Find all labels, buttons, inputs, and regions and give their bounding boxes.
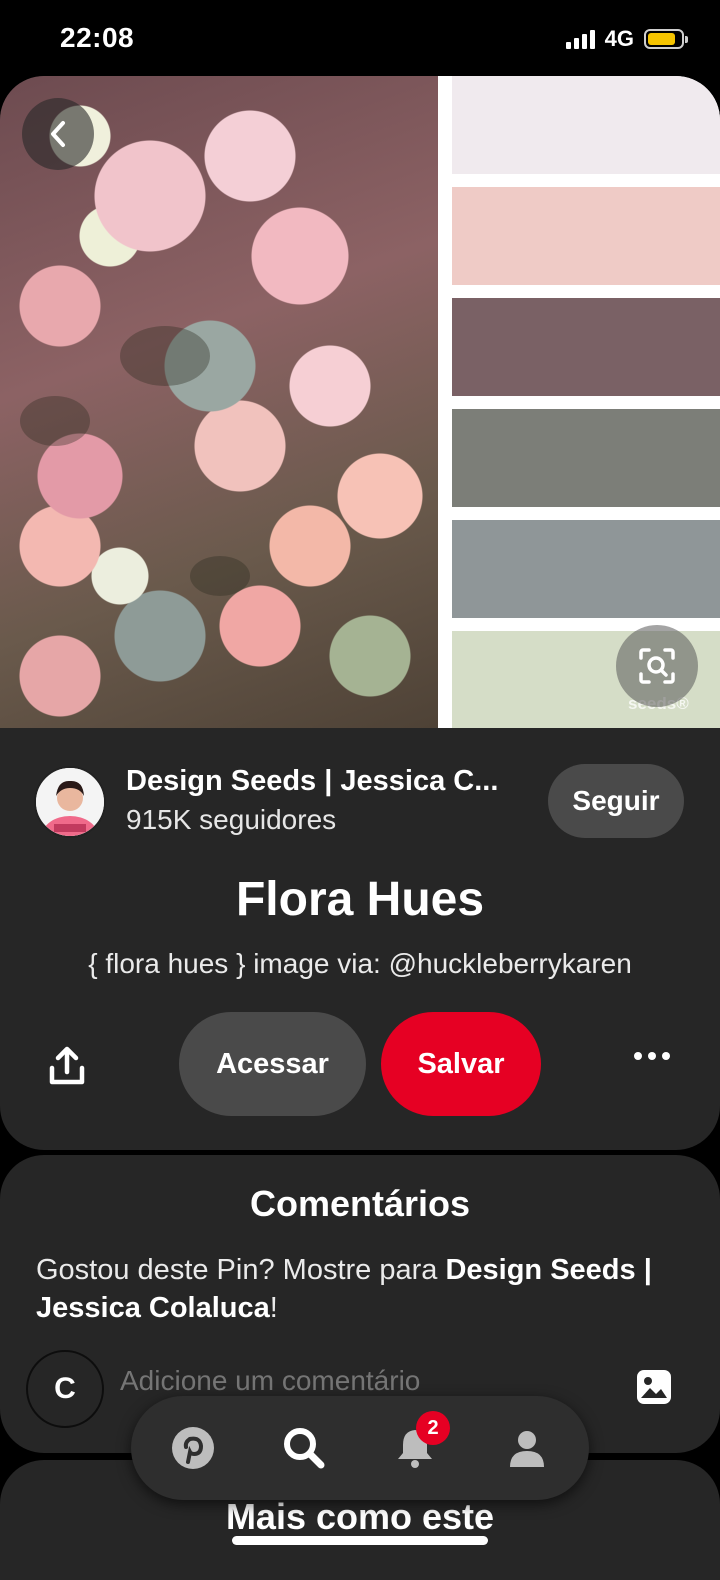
follow-button[interactable]: Seguir xyxy=(548,764,684,838)
pinterest-home-icon[interactable] xyxy=(163,1418,223,1478)
pin-card: seeds® Design Seeds | Jessica C... 915K … xyxy=(0,76,720,1150)
notification-badge: 2 xyxy=(416,1411,450,1445)
palette-swatch xyxy=(452,187,720,285)
pin-image[interactable]: seeds® xyxy=(0,76,720,728)
profile-icon[interactable] xyxy=(497,1418,557,1478)
lens-search-icon xyxy=(639,648,675,684)
pin-title: Flora Hues xyxy=(235,873,485,926)
save-button[interactable]: Salvar xyxy=(381,1012,541,1116)
share-button[interactable] xyxy=(44,1044,90,1090)
share-icon xyxy=(49,1046,85,1085)
chevron-left-icon xyxy=(51,121,65,147)
flower-photo xyxy=(0,76,438,728)
palette-swatch xyxy=(452,298,720,396)
home-indicator[interactable] xyxy=(232,1536,488,1545)
status-bar: 22:08 4G xyxy=(0,0,720,76)
pin-description: { flora hues } image via: @huckleberryka… xyxy=(88,948,632,979)
back-button[interactable] xyxy=(22,98,94,170)
search-icon[interactable] xyxy=(274,1418,334,1478)
palette-swatch xyxy=(452,409,720,507)
user-avatar[interactable]: C xyxy=(26,1350,104,1428)
comment-input[interactable] xyxy=(120,1365,600,1397)
visit-button[interactable]: Acessar xyxy=(179,1012,366,1116)
battery-icon xyxy=(644,29,688,49)
more-like-this-title: Mais como este xyxy=(225,1496,495,1537)
author-avatar[interactable] xyxy=(34,766,106,838)
palette-swatch xyxy=(452,76,720,174)
signal-icon xyxy=(565,29,595,49)
network-type: 4G xyxy=(604,26,634,51)
image-icon xyxy=(637,1370,671,1404)
palette-swatch xyxy=(452,520,720,618)
author-name[interactable]: Design Seeds | Jessica C... xyxy=(126,765,498,798)
bottom-nav xyxy=(131,1396,589,1500)
status-time: 22:08 xyxy=(60,22,135,53)
comments-title: Comentários xyxy=(249,1183,471,1224)
follower-count: 915K seguidores xyxy=(126,804,337,835)
visual-search-button[interactable] xyxy=(616,625,698,707)
more-options-icon[interactable] xyxy=(634,1052,670,1060)
comments-prompt: Gostou deste Pin? Mostre para Design See… xyxy=(36,1254,652,1324)
add-photo-button[interactable] xyxy=(636,1369,672,1405)
author-photo xyxy=(36,768,104,836)
